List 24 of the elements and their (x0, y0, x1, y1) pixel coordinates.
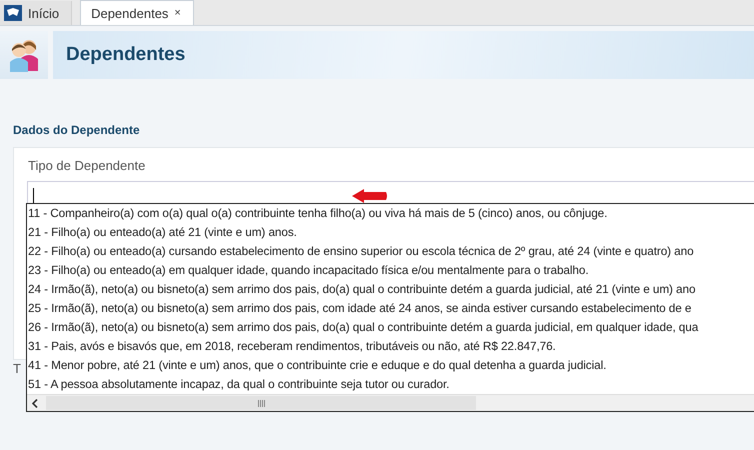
horizontal-scrollbar[interactable] (27, 394, 754, 411)
dropdown-option[interactable]: 22 - Filho(a) ou enteado(a) cursando estabelecimento de ensino superior ou escola técnica de 2º grau, até 24 (vinte e quatro) ano (27, 242, 754, 261)
dropdown-option[interactable]: 31 - Pais, avós e bisavós que, em 2018, receberam rendimentos, tributáveis ou não, até R$ 22.847,76. (27, 337, 754, 356)
close-icon[interactable]: × (174, 7, 181, 19)
app-logo-icon (4, 5, 22, 21)
tab[interactable]: Início (0, 1, 72, 25)
chevron-left-icon (32, 398, 38, 408)
dropdown-option[interactable]: 24 - Irmão(ã), neto(a) ou bisneto(a) sem arrimo dos pais, do(a) qual o contribuinte detém a guarda judicial, até 21 (vinte e um) ano (27, 280, 754, 299)
dropdown-option[interactable]: 26 - Irmão(ã), neto(a) ou bisneto(a) sem arrimo dos pais, do(a) qual o contribuinte detém a guarda judicial, em qualquer idade, qua (27, 318, 754, 337)
dropdown-option[interactable]: 51 - A pessoa absolutamente incapaz, da qual o contribuinte seja tutor ou curador. (27, 375, 754, 394)
dropdown-option[interactable]: 11 - Companheiro(a) com o(a) qual o(a) contribuinte tenha filho(a) ou viva há mais de 5 (cinco) anos, ou cônjuge. (27, 204, 754, 223)
section-title: Dados do Dependente (13, 123, 141, 139)
grip-icon (258, 400, 264, 406)
dropdown-option[interactable]: 41 - Menor pobre, até 21 (vinte e um) anos, que o contribuinte crie e eduque e do qual detenha a guarda judicial. (27, 356, 754, 375)
arrow-icon (352, 189, 388, 203)
field-label: Tipo de Dependente (28, 158, 146, 175)
dropdown-option[interactable]: 23 - Filho(a) ou enteado(a) em qualquer idade, quando incapacitado física e/ou mentalmente para o trabalho. (27, 261, 754, 280)
scrollbar-thumb[interactable] (46, 396, 476, 410)
page-title: Dependentes (66, 44, 186, 66)
dropdown-option[interactable]: 25 - Irmão(ã), neto(a) ou bisneto(a) sem arrimo dos pais, com idade até 24 anos, se ainda estiver cursando estabelecimento de e (27, 299, 754, 318)
people-icon (9, 37, 39, 73)
field-label: T (13, 361, 21, 376)
dropdown-option[interactable]: 21 - Filho(a) ou enteado(a) até 21 (vinte e um) anos. (27, 223, 754, 242)
tab[interactable]: Dependentes × (80, 0, 194, 25)
